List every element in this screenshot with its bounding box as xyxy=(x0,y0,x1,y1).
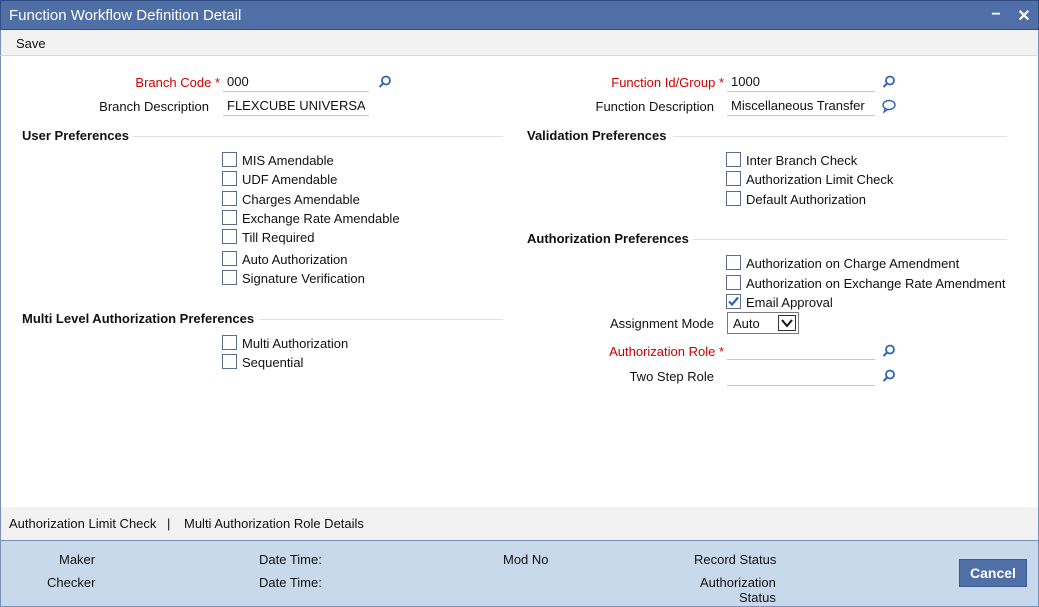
branch-code-search-icon[interactable] xyxy=(377,74,393,90)
signature-verification-label: Signature Verification xyxy=(242,271,365,286)
mod-no-label: Mod No xyxy=(503,552,549,567)
authorization-role-label: Authorization Role * xyxy=(609,344,724,359)
assignment-mode-select[interactable]: Auto xyxy=(727,312,799,334)
section-divider xyxy=(693,239,1007,240)
two-step-role-input[interactable] xyxy=(727,365,875,386)
maker-label: Maker xyxy=(59,552,96,567)
function-id-label: Function Id/Group * xyxy=(611,75,724,90)
record-status-label: Record Status xyxy=(694,552,777,567)
checker-date-time-label: Date Time: xyxy=(259,575,322,590)
comment-icon[interactable] xyxy=(881,98,897,114)
authorization-on-charge-amendment-checkbox[interactable] xyxy=(726,255,741,270)
authorization-limit-check-label: Authorization Limit Check xyxy=(746,172,894,187)
till-required-label: Till Required xyxy=(242,230,315,245)
authorization-status-label: Authorization xyxy=(700,575,776,590)
two-step-role-label: Two Step Role xyxy=(629,369,714,384)
checkmark-icon xyxy=(728,296,739,307)
sequential-checkbox[interactable] xyxy=(222,354,237,369)
signature-verification-checkbox[interactable] xyxy=(222,270,237,285)
inter-branch-check-label: Inter Branch Check xyxy=(746,153,858,168)
charges-amendable-label: Charges Amendable xyxy=(242,192,360,207)
email-approval-label: Email Approval xyxy=(746,295,833,310)
mis-amendable-label: MIS Amendable xyxy=(242,153,334,168)
default-authorization-checkbox[interactable] xyxy=(726,191,741,206)
assignment-mode-value: Auto xyxy=(733,316,760,331)
sub-screen-bar: Authorization Limit Check | Multi Author… xyxy=(0,507,1039,540)
window-title: Function Workflow Definition Detail xyxy=(9,7,242,24)
link-separator: | xyxy=(167,516,171,531)
validation-preferences-heading: Validation Preferences xyxy=(527,128,667,143)
function-description-input[interactable] xyxy=(727,95,875,116)
udf-amendable-label: UDF Amendable xyxy=(242,172,338,187)
assignment-mode-label: Assignment Mode xyxy=(609,316,714,331)
section-divider xyxy=(259,319,503,320)
two-step-role-search-icon[interactable] xyxy=(881,368,897,384)
authorization-role-search-icon[interactable] xyxy=(881,343,897,359)
function-description-label: Function Description xyxy=(595,99,715,114)
multi-authorization-label: Multi Authorization xyxy=(242,336,349,351)
inter-branch-check-checkbox[interactable] xyxy=(726,152,741,167)
audit-footer: Maker Checker Date Time: Date Time: Mod … xyxy=(0,540,1039,607)
function-id-input[interactable] xyxy=(727,71,875,92)
auto-authorization-checkbox[interactable] xyxy=(222,251,237,266)
multi-authorization-checkbox[interactable] xyxy=(222,335,237,350)
multi-level-heading: Multi Level Authorization Preferences xyxy=(22,311,255,326)
udf-amendable-checkbox[interactable] xyxy=(222,171,237,186)
email-approval-checkbox[interactable] xyxy=(726,294,741,309)
menu-bar: Save xyxy=(0,30,1039,56)
auto-authorization-label: Auto Authorization xyxy=(242,252,348,267)
section-divider xyxy=(673,136,1007,137)
charges-amendable-checkbox[interactable] xyxy=(222,191,237,206)
multi-authorization-role-details-link[interactable]: Multi Authorization Role Details xyxy=(184,516,364,531)
main-form: Branch Code * Branch Description Functio… xyxy=(0,56,1039,507)
till-required-checkbox[interactable] xyxy=(222,229,237,244)
checker-label: Checker xyxy=(47,575,96,590)
save-menu-item[interactable]: Save xyxy=(16,36,46,51)
branch-description-input[interactable] xyxy=(223,95,369,116)
exchange-rate-amendable-checkbox[interactable] xyxy=(222,210,237,225)
branch-description-label: Branch Description xyxy=(99,99,209,114)
authorization-on-charge-amendment-label: Authorization on Charge Amendment xyxy=(746,256,960,271)
cancel-button[interactable]: Cancel xyxy=(959,559,1027,587)
chevron-down-icon[interactable] xyxy=(778,315,796,331)
authorization-role-input[interactable] xyxy=(727,339,875,360)
close-icon[interactable]: ✕ xyxy=(1015,6,1033,26)
authorization-status-label-line2: Status xyxy=(739,590,776,605)
authorization-limit-check-checkbox[interactable] xyxy=(726,171,741,186)
maker-date-time-label: Date Time: xyxy=(259,552,322,567)
authorization-on-exchange-rate-amendment-checkbox[interactable] xyxy=(726,275,741,290)
minimize-icon[interactable]: − xyxy=(987,6,1005,24)
default-authorization-label: Default Authorization xyxy=(746,192,866,207)
branch-code-label: Branch Code * xyxy=(135,75,220,90)
title-bar: Function Workflow Definition Detail − ✕ xyxy=(0,0,1039,30)
mis-amendable-checkbox[interactable] xyxy=(222,152,237,167)
function-id-search-icon[interactable] xyxy=(881,74,897,90)
authorization-on-exchange-rate-amendment-label: Authorization on Exchange Rate Amendment xyxy=(746,276,1006,291)
authorization-preferences-heading: Authorization Preferences xyxy=(527,231,689,246)
exchange-rate-amendable-label: Exchange Rate Amendable xyxy=(242,211,400,226)
user-preferences-heading: User Preferences xyxy=(22,128,129,143)
branch-code-input[interactable] xyxy=(223,71,369,92)
sequential-label: Sequential xyxy=(242,355,304,370)
section-divider xyxy=(133,136,503,137)
authorization-limit-check-link[interactable]: Authorization Limit Check xyxy=(9,516,156,531)
